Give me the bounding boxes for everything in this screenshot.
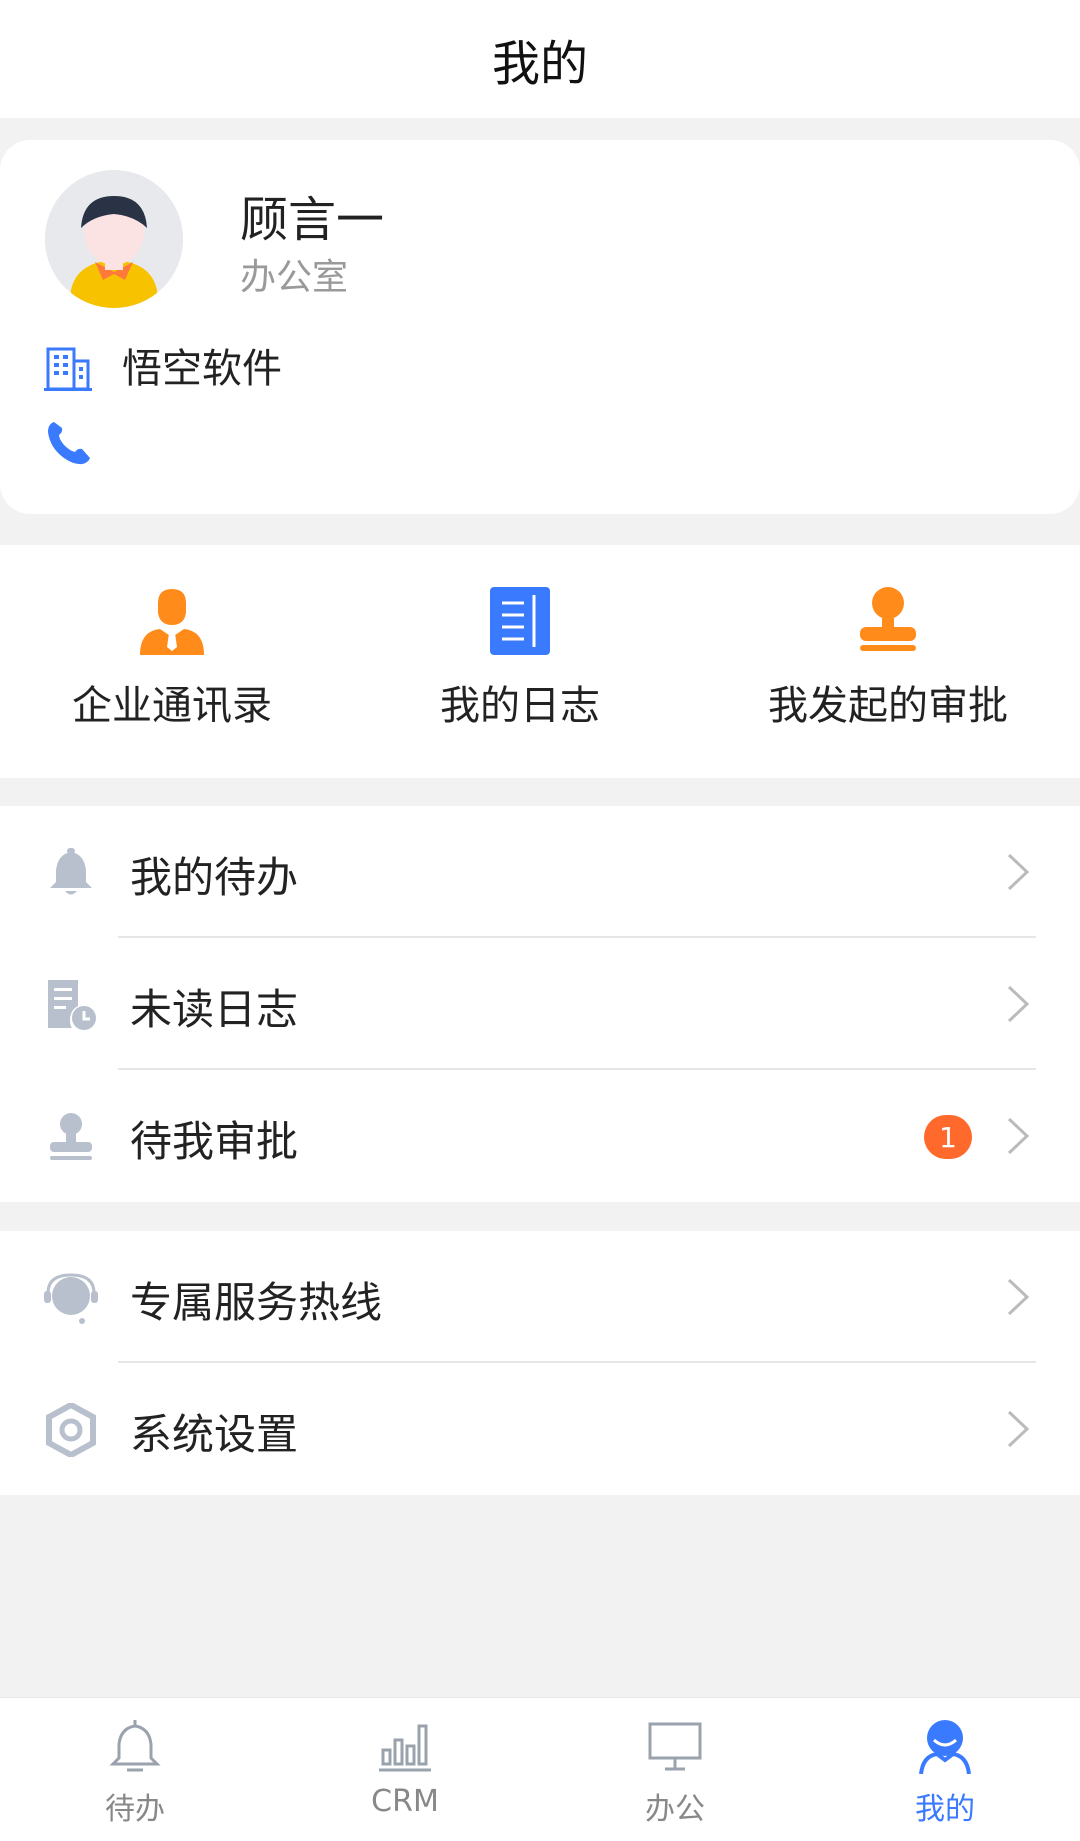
menu-item-label: 未读日志 [130, 985, 299, 1034]
notification-badge: 1 [924, 1115, 972, 1159]
menu-item-my-todos[interactable]: 我的待办 [0, 806, 1080, 938]
shortcut-journal[interactable]: 我的日志 [370, 585, 670, 731]
phone-icon[interactable] [44, 418, 94, 468]
chevron-right-icon [1007, 853, 1030, 891]
user-department: 办公室 [240, 257, 349, 298]
menu-group-tasks: 我的待办 未读日志 待我审批 1 [0, 806, 1080, 1202]
avatar[interactable] [45, 170, 183, 308]
shortcut-contacts-label: 企业通讯录 [72, 683, 272, 729]
company-name: 悟空软件 [122, 346, 282, 392]
bell-icon [109, 1720, 161, 1772]
journal-icon [490, 587, 550, 655]
tab-office[interactable]: 办公 [575, 1718, 775, 1828]
page-header: 我的 [0, 0, 1080, 118]
menu-item-pending-approvals[interactable]: 待我审批 1 [0, 1070, 1080, 1202]
tab-mine[interactable]: 我的 [845, 1718, 1045, 1828]
tab-office-label: 办公 [645, 1792, 705, 1827]
chevron-right-icon [1007, 1278, 1030, 1316]
bottom-tab-bar: 待办 CRM 办公 我的 [0, 1697, 1080, 1841]
menu-item-service-hotline[interactable]: 专属服务热线 [0, 1231, 1080, 1363]
profile-card[interactable]: 顾言一 办公室 悟空软件 [0, 140, 1080, 514]
unread-log-icon [48, 980, 96, 1030]
shortcut-my-approvals-label: 我发起的审批 [768, 683, 1008, 729]
chevron-right-icon [1007, 1117, 1030, 1155]
shortcut-my-approvals[interactable]: 我发起的审批 [738, 585, 1038, 731]
tab-crm-label: CRM [371, 1784, 439, 1819]
menu-item-label: 系统设置 [130, 1410, 299, 1459]
headset-icon [44, 1273, 98, 1324]
tab-mine-label: 我的 [915, 1792, 975, 1827]
menu-item-label: 我的待办 [130, 853, 299, 902]
stamp-icon [50, 1113, 92, 1160]
tab-todo[interactable]: 待办 [35, 1718, 235, 1828]
menu-group-settings: 专属服务热线 系统设置 [0, 1231, 1080, 1495]
building-icon [44, 347, 92, 391]
user-name: 顾言一 [240, 192, 385, 248]
tab-crm[interactable]: CRM [305, 1718, 505, 1819]
user-icon [919, 1720, 971, 1774]
menu-item-unread-logs[interactable]: 未读日志 [0, 938, 1080, 1070]
tab-todo-label: 待办 [105, 1792, 165, 1827]
approval-stamp-icon [860, 587, 916, 651]
avatar-icon [45, 170, 183, 308]
menu-item-system-settings[interactable]: 系统设置 [0, 1363, 1080, 1495]
chevron-right-icon [1007, 985, 1030, 1023]
shortcut-journal-label: 我的日志 [440, 683, 600, 729]
monitor-icon [648, 1722, 702, 1771]
shortcut-panel: 企业通讯录 我的日志 我发起的审批 [0, 545, 1080, 778]
bell-icon [50, 848, 92, 895]
contacts-icon [140, 589, 204, 655]
menu-item-label: 待我审批 [130, 1117, 299, 1166]
shortcut-contacts[interactable]: 企业通讯录 [22, 585, 322, 731]
menu-item-label: 专属服务热线 [130, 1278, 383, 1327]
page-title: 我的 [491, 36, 588, 92]
settings-hex-icon [46, 1403, 96, 1457]
bar-chart-icon [379, 1724, 431, 1772]
chevron-right-icon [1007, 1410, 1030, 1448]
